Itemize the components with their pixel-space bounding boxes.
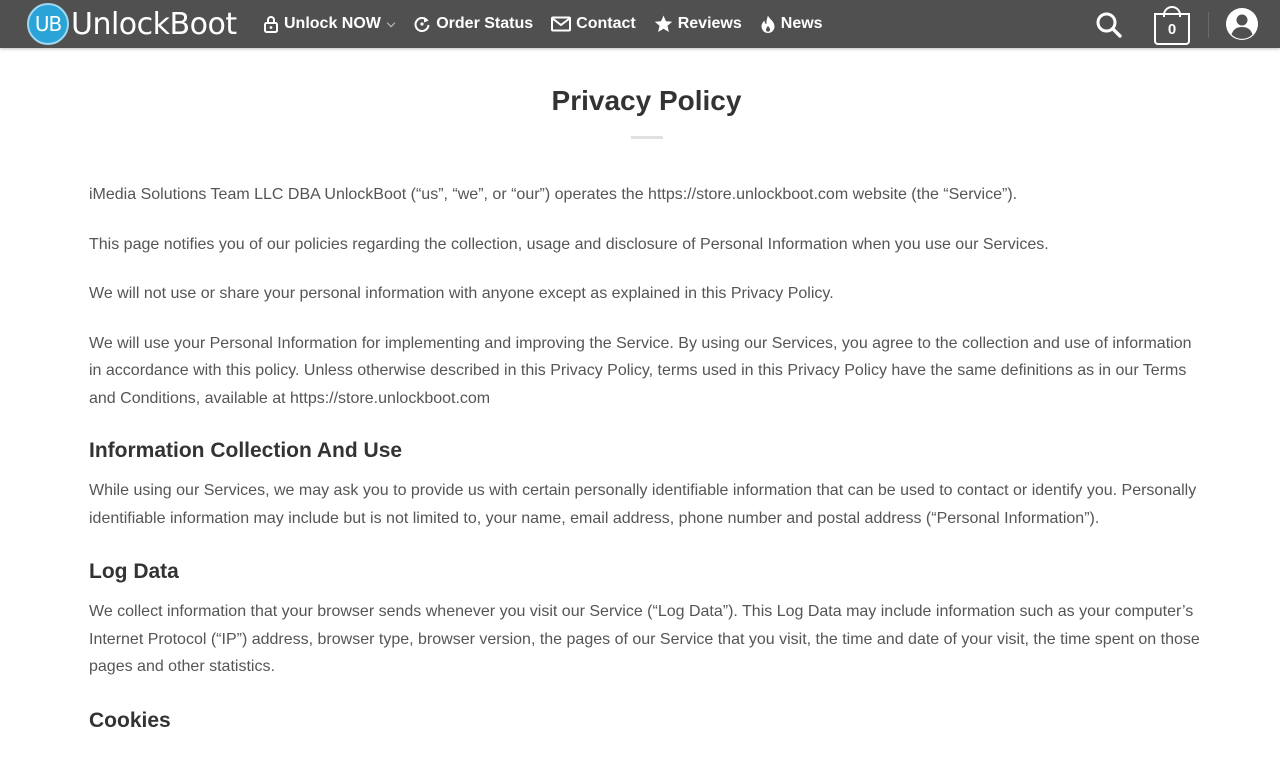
page-content: Privacy Policy iMedia Solutions Team LLC… [89,48,1204,735]
site-logo[interactable]: UB UnlockBoot [27,3,237,45]
account-button[interactable] [1225,7,1259,41]
cart-button[interactable]: 0 [1154,6,1190,45]
section-heading: Log Data [89,560,179,583]
usage-paragraph: We will use your Personal Information fo… [89,334,1192,407]
nav-unlock-now-label: Unlock NOW [284,15,381,32]
nav-contact[interactable]: Contact [551,15,636,33]
section-body: We collect information that your browser… [89,603,1200,675]
page-title: Privacy Policy [551,85,742,116]
logo-text: UnlockBoot [71,6,237,42]
nav-news-label: News [780,15,823,32]
star-icon [654,15,672,32]
title-divider [630,136,663,139]
header-divider [1208,12,1209,38]
chevron-down-icon: ⌵ [386,17,396,30]
main-nav: Unlock NOW ⌵ Order Status Contact Review… [263,0,841,48]
logo-badge: UB [27,3,69,45]
nav-order-status-label: Order Status [436,15,534,32]
lock-icon [264,16,278,33]
flame-icon [761,15,775,33]
section-heading: Information Collection And Use [89,439,403,462]
section-heading: Cookies [89,708,171,732]
nav-news[interactable]: News [760,15,823,34]
nav-reviews-label: Reviews [677,15,742,32]
intro-paragraph: iMedia Solutions Team LLC DBA UnlockBoot… [89,186,1018,203]
notice-paragraph: This page notifies you of our policies r… [89,235,1049,253]
nav-contact-label: Contact [576,15,636,32]
top-navigation-bar: UB UnlockBoot Unlock NOW ⌵ Order Status [0,0,1280,48]
cart-count: 0 [1154,13,1190,45]
sharing-paragraph: We will not use or share your personal i… [89,285,834,302]
user-icon [1226,8,1258,40]
refresh-icon [414,17,430,32]
nav-order-status[interactable]: Order Status [413,15,533,33]
nav-unlock-now[interactable]: Unlock NOW ⌵ [263,15,395,33]
search-icon [1096,12,1122,38]
nav-reviews[interactable]: Reviews [654,15,742,33]
section-body: While using our Services, we may ask you… [89,482,1197,527]
envelope-icon [551,16,572,32]
search-button[interactable] [1095,11,1123,39]
